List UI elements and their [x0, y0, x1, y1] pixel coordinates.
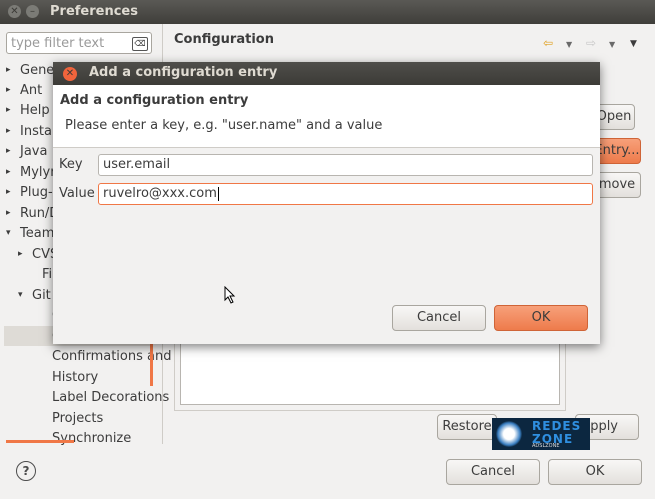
cancel-button[interactable]: Cancel	[446, 459, 540, 485]
text-caret	[217, 186, 219, 201]
collapsed-arrow-icon[interactable]: ▸	[6, 187, 11, 197]
filter-placeholder: type filter text	[11, 36, 105, 51]
clear-icon[interactable]: ⌫	[132, 37, 148, 51]
expanded-arrow-icon[interactable]: ▾	[6, 228, 11, 238]
value-field-value: ruvelro@xxx.com	[103, 186, 217, 201]
key-field[interactable]: user.email	[98, 154, 593, 176]
dialog-ok-button[interactable]: OK	[494, 305, 588, 331]
page-title: Configuration	[174, 32, 274, 47]
collapsed-arrow-icon[interactable]: ▸	[6, 208, 11, 218]
back-menu-chevron-down-icon[interactable]: ▼	[566, 40, 572, 49]
tree-item[interactable]: Label Decorations	[40, 390, 169, 405]
dialog-titlebar: ✕ Add a configuration entry	[53, 62, 600, 85]
remove-button[interactable]: move	[593, 172, 641, 198]
tree-item[interactable]: Projects	[40, 411, 103, 426]
filter-input[interactable]: type filter text ⌫	[6, 32, 152, 54]
tree-item[interactable]: ▸ Java	[6, 144, 48, 159]
forward-arrow-icon[interactable]: ⇨	[586, 36, 596, 50]
key-label: Key	[59, 157, 83, 172]
tree-item[interactable]: History	[40, 370, 98, 385]
collapsed-arrow-icon[interactable]: ▸	[6, 146, 11, 156]
view-menu-icon[interactable]: ▼	[630, 39, 637, 49]
tree-item-label: Label Decorations	[52, 390, 170, 405]
watermark-text-3: ADSLZONE	[532, 443, 560, 449]
dialog-close-icon[interactable]: ✕	[63, 67, 77, 81]
tree-item-label: Synchronize	[52, 431, 132, 446]
mouse-pointer-icon	[224, 286, 236, 304]
watermark-globe-icon	[496, 421, 522, 447]
key-field-value: user.email	[103, 157, 171, 172]
preferences-titlebar: ✕ – Preferences	[0, 0, 655, 24]
tree-item-label: Help	[20, 103, 50, 118]
tree-hscrollbar[interactable]	[6, 440, 74, 443]
value-field[interactable]: ruvelro@xxx.com	[98, 183, 593, 205]
tree-item[interactable]: ▸ Ant	[6, 83, 43, 98]
tree-item[interactable]: ▸ Mylyn	[6, 165, 58, 180]
dialog-banner-title: Add a configuration entry	[60, 93, 249, 108]
tree-item-label: Projects	[52, 411, 104, 426]
forward-menu-chevron-down-icon[interactable]: ▼	[609, 40, 615, 49]
configuration-tree-view[interactable]	[180, 340, 560, 405]
help-icon[interactable]: ?	[16, 461, 36, 481]
tree-item-label: Confirmations and	[52, 349, 172, 364]
collapsed-arrow-icon[interactable]: ▸	[6, 167, 11, 177]
watermark-logo: REDES ZONE ADSLZONE	[492, 418, 590, 450]
dialog-banner: Add a configuration entry Please enter a…	[53, 85, 600, 148]
tree-item[interactable]: ▸ Help	[6, 103, 50, 118]
tree-item[interactable]: Synchronize	[40, 431, 131, 446]
tree-item-label: History	[52, 370, 99, 385]
window-title: Preferences	[50, 4, 138, 19]
add-entry-button[interactable]: Entry...	[593, 138, 641, 164]
tree-item[interactable]: ▾ Team	[6, 226, 55, 241]
expanded-arrow-icon[interactable]: ▾	[18, 290, 23, 300]
watermark-text-1: REDES	[532, 419, 582, 433]
dialog-cancel-button[interactable]: Cancel	[392, 305, 486, 331]
collapsed-arrow-icon[interactable]: ▸	[6, 85, 11, 95]
collapsed-arrow-icon[interactable]: ▸	[6, 65, 11, 75]
collapsed-arrow-icon[interactable]: ▸	[6, 126, 11, 136]
value-label: Value	[59, 186, 95, 201]
add-config-entry-dialog: ✕ Add a configuration entry Add a config…	[53, 62, 600, 344]
back-arrow-icon[interactable]: ⇦	[543, 36, 553, 50]
collapsed-arrow-icon[interactable]: ▸	[6, 105, 11, 115]
restore-defaults-button[interactable]: Restore	[437, 414, 497, 440]
window-minimize-icon[interactable]: –	[26, 5, 39, 18]
ok-button[interactable]: OK	[548, 459, 642, 485]
tree-item-label: Team	[20, 226, 55, 241]
tree-item-label: Java	[20, 144, 48, 159]
tree-scrollbar[interactable]	[150, 340, 153, 386]
tree-item-label: Ant	[20, 83, 43, 98]
window-close-icon[interactable]: ✕	[8, 5, 21, 18]
collapsed-arrow-icon[interactable]: ▸	[18, 249, 23, 259]
dialog-description: Please enter a key, e.g. "user.name" and…	[65, 118, 383, 133]
tree-item-label: Git	[32, 288, 51, 303]
tree-item[interactable]: ▾ Git	[18, 288, 51, 303]
dialog-title: Add a configuration entry	[89, 65, 278, 80]
